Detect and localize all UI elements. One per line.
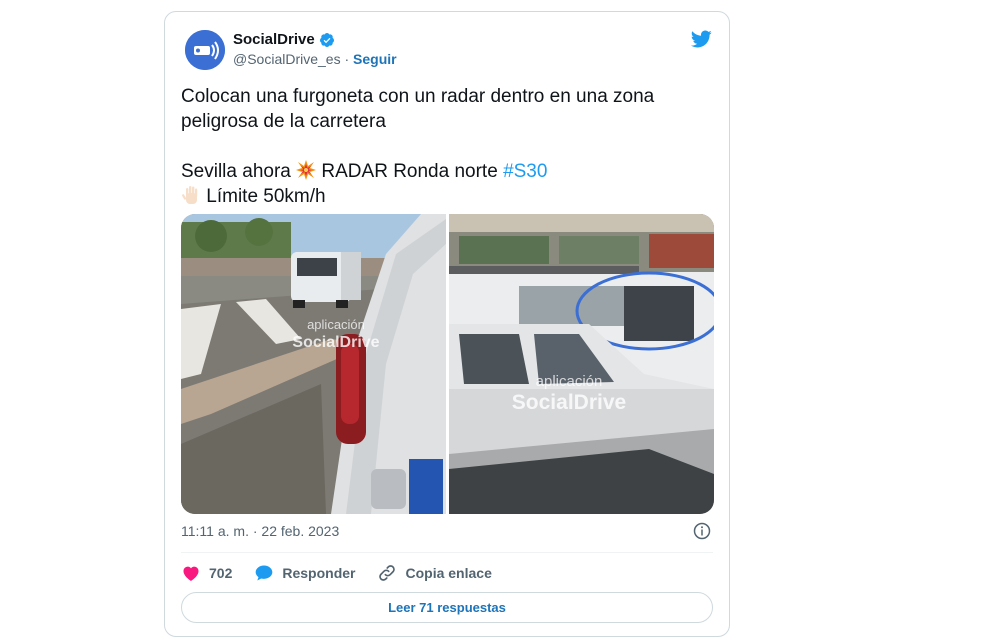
twitter-bird-icon[interactable] [689,28,713,50]
reply-button[interactable]: Responder [254,563,355,583]
verified-badge-icon [319,32,334,47]
separator-dot: · [344,51,350,67]
photo-right[interactable]: aplicación SocialDrive [449,214,714,514]
author-name-row: SocialDrive [233,31,335,48]
tweet-text-segment: RADAR Ronda norte [321,161,498,182]
left-watermark-line1: aplicación [307,317,365,332]
collision-emoji-icon [296,160,317,180]
reply-label: Responder [282,565,356,581]
tweet-media[interactable]: aplicación SocialDrive aplicación Social… [181,214,714,514]
author-handle[interactable]: @SocialDrive_es [233,51,341,67]
tweet-text-line: Sevilla ahora RADAR Ronda norte #S30 [181,159,701,184]
author-handle-row: @SocialDrive_es · Seguir [233,51,397,67]
tweet-timestamp[interactable]: 11:11 a. m. · 22 feb. 2023 [181,523,339,539]
like-count: 702 [209,565,233,581]
read-replies-button[interactable]: Leer 71 respuestas [181,592,713,623]
divider [181,552,713,553]
like-button[interactable]: 702 [181,563,232,583]
tweet-text-segment: Sevilla ahora [181,161,291,182]
tweet-text-line: peligrosa de la carretera [181,111,386,132]
copy-link-label: Copia enlace [405,565,492,581]
speech-bubble-icon [256,565,273,581]
tweet-card: SocialDrive @SocialDrive_es · Seguir Col… [164,11,730,637]
heart-icon [183,566,199,581]
raised-hand-emoji-icon [182,186,198,204]
tweet-text-line: Colocan una furgoneta con un radar dentr… [181,86,655,107]
right-watermark-line2: SocialDrive [512,391,626,414]
hashtag-link[interactable]: #S30 [503,161,547,182]
left-watermark-line2: SocialDrive [292,334,379,351]
copy-link-button[interactable]: Copia enlace [377,563,492,583]
tweet-header: SocialDrive @SocialDrive_es · Seguir [183,28,713,72]
right-watermark-line1: aplicación [536,373,603,390]
photo-left[interactable]: aplicación SocialDrive [181,214,446,514]
link-icon [379,565,396,581]
tweet-actions: 702 Responder Copia enlace [181,562,514,584]
tweet-text: Colocan una furgoneta con un radar dentr… [181,84,701,209]
tweet-text-line: Límite 50km/h [181,184,701,209]
radar-avatar-icon[interactable] [185,30,225,70]
follow-button[interactable]: Seguir [353,51,397,67]
info-icon[interactable] [693,522,711,540]
author-name[interactable]: SocialDrive [233,31,315,48]
tweet-text-segment: Límite 50km/h [206,186,326,207]
